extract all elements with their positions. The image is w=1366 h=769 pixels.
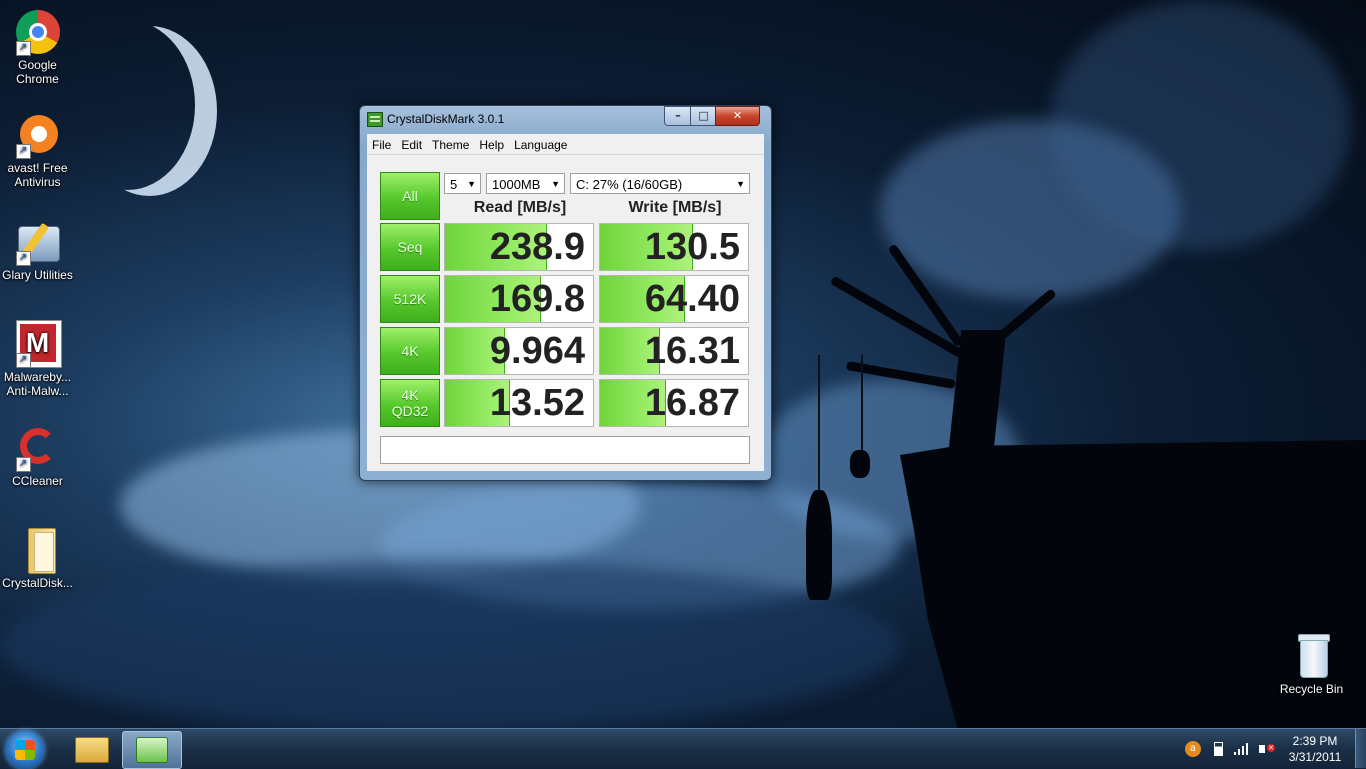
desktop-icon-label: avast! Free Antivirus [7,161,68,189]
4k-write-value: 16.31 [644,330,740,372]
desktop-icon-malwarebytes[interactable]: M ↗ Malwareby... Anti-Malw... [0,320,75,398]
write-column-header: Write [MB/s] [628,199,722,216]
title-bar[interactable]: CrystalDiskMark 3.0.1 – □ ✕ [360,106,771,132]
512k-test-button[interactable]: 512K [380,275,440,323]
test-size-select[interactable]: 1000MB ▼ [486,173,565,194]
taskbar-clock[interactable]: 2:39 PM 3/31/2011 [1280,733,1350,765]
desktop-icon-crystaldisk-folder[interactable]: CrystalDisk... [0,526,75,590]
figure-silhouette [806,490,832,600]
menu-file[interactable]: File [367,135,396,155]
desktop-icon-label: Malwareby... Anti-Malw... [3,370,72,398]
shortcut-arrow-icon: ↗ [15,457,31,472]
512k-write-value: 64.40 [644,278,740,320]
folder-icon [14,526,62,574]
glary-utilities-icon: ↗ [14,218,62,266]
crystaldiskmark-app-icon [367,112,383,127]
4k-read-result: 9.964 [444,327,594,375]
window-title: CrystalDiskMark 3.0.1 [387,112,505,126]
windows-logo-icon [15,740,35,760]
read-column-header: Read [MB/s] [473,199,567,216]
4k-qd32-write-value: 16.87 [644,382,740,424]
desktop-icon-label: Recycle Bin [1279,682,1344,696]
start-button[interactable] [6,731,44,769]
ccleaner-icon: ↗ [14,424,62,472]
shortcut-arrow-icon: ↗ [15,251,31,266]
avast-icon: ↗ [14,111,62,159]
close-icon: ✕ [732,109,743,122]
maximize-button[interactable]: □ [690,106,717,126]
crystaldiskmark-app-icon [136,737,168,763]
taskbar-explorer-button[interactable] [62,731,120,767]
test-count-value: 5 [450,177,458,192]
close-button[interactable]: ✕ [715,106,760,126]
seq-test-button[interactable]: Seq [380,223,440,271]
volume-muted-icon[interactable]: ✕ [1258,741,1275,757]
4k-write-result: 16.31 [599,327,749,375]
cloud-decoration [0,560,900,730]
rope [861,355,863,450]
drive-select[interactable]: C: 27% (16/60GB) ▼ [570,173,750,194]
crystaldiskmark-window[interactable]: CrystalDiskMark 3.0.1 – □ ✕ File Edit Them… [359,105,772,481]
recycle-bin-icon [1288,632,1336,680]
clock-date: 3/31/2011 [1288,750,1342,764]
minimize-icon: – [675,109,681,122]
chevron-down-icon: ▼ [551,179,560,189]
clock-time: 2:39 PM [1292,734,1338,748]
512k-write-result: 64.40 [599,275,749,323]
desktop-icon-label: Glary Utilities [2,268,73,282]
chevron-down-icon: ▼ [467,179,476,189]
avast-tray-icon[interactable]: a [1185,741,1201,757]
chevron-down-icon: ▼ [736,179,745,189]
shortcut-arrow-icon: ↗ [15,41,31,56]
desktop-icon-label: CrystalDisk... [2,576,73,590]
test-size-value: 1000MB [492,177,541,192]
menu-help[interactable]: Help [474,135,509,155]
doll-silhouette [850,450,870,478]
4k-qd32-write-result: 16.87 [599,379,749,427]
chrome-icon: ↗ [14,8,62,56]
desktop-icon-label: CCleaner [12,474,63,488]
shortcut-arrow-icon: ↗ [15,353,31,368]
run-all-button[interactable]: All [380,172,440,220]
drive-value: C: 27% (16/60GB) [576,177,683,192]
maximize-icon: □ [698,109,709,122]
folder-icon [75,737,109,763]
menu-language[interactable]: Language [509,135,572,155]
desktop-icon-glary[interactable]: ↗ Glary Utilities [0,218,75,282]
show-desktop-button[interactable] [1355,729,1366,768]
desktop-icon-chrome[interactable]: ↗ Google Chrome [0,8,75,86]
menu-theme[interactable]: Theme [427,135,474,155]
battery-icon[interactable] [1210,741,1226,757]
4k-qd32-read-value: 13.52 [489,382,585,424]
desktop-icon-avast[interactable]: ↗ avast! Free Antivirus [0,111,75,189]
desktop-icon-ccleaner[interactable]: ↗ CCleaner [0,424,75,488]
desktop-icon-label: Google Chrome [16,58,59,86]
seq-write-result: 130.5 [599,223,749,271]
menu-bar: File Edit Theme Help Language [367,134,764,155]
shortcut-arrow-icon: ↗ [15,144,31,159]
malwarebytes-icon: M ↗ [14,320,62,368]
desktop-icon-recycle-bin[interactable]: Recycle Bin [1274,632,1349,696]
network-signal-icon[interactable] [1233,741,1249,757]
cloud-decoration [1050,0,1350,250]
seq-read-value: 238.9 [489,226,585,268]
menu-edit[interactable]: Edit [396,135,427,155]
512k-read-result: 169.8 [444,275,594,323]
4k-qd32-read-result: 13.52 [444,379,594,427]
4k-read-value: 9.964 [489,330,585,372]
test-count-select[interactable]: 5 ▼ [444,173,481,194]
4k-test-button[interactable]: 4K [380,327,440,375]
moon-decoration [60,20,195,190]
512k-read-value: 169.8 [489,278,585,320]
seq-write-value: 130.5 [644,226,740,268]
taskbar-crystaldiskmark-button[interactable] [122,731,182,769]
rope [818,355,820,495]
taskbar [0,728,1366,769]
minimize-button[interactable]: – [664,106,692,126]
seq-read-result: 238.9 [444,223,594,271]
4k-qd32-test-button[interactable]: 4K QD32 [380,379,440,427]
status-box [380,436,750,464]
